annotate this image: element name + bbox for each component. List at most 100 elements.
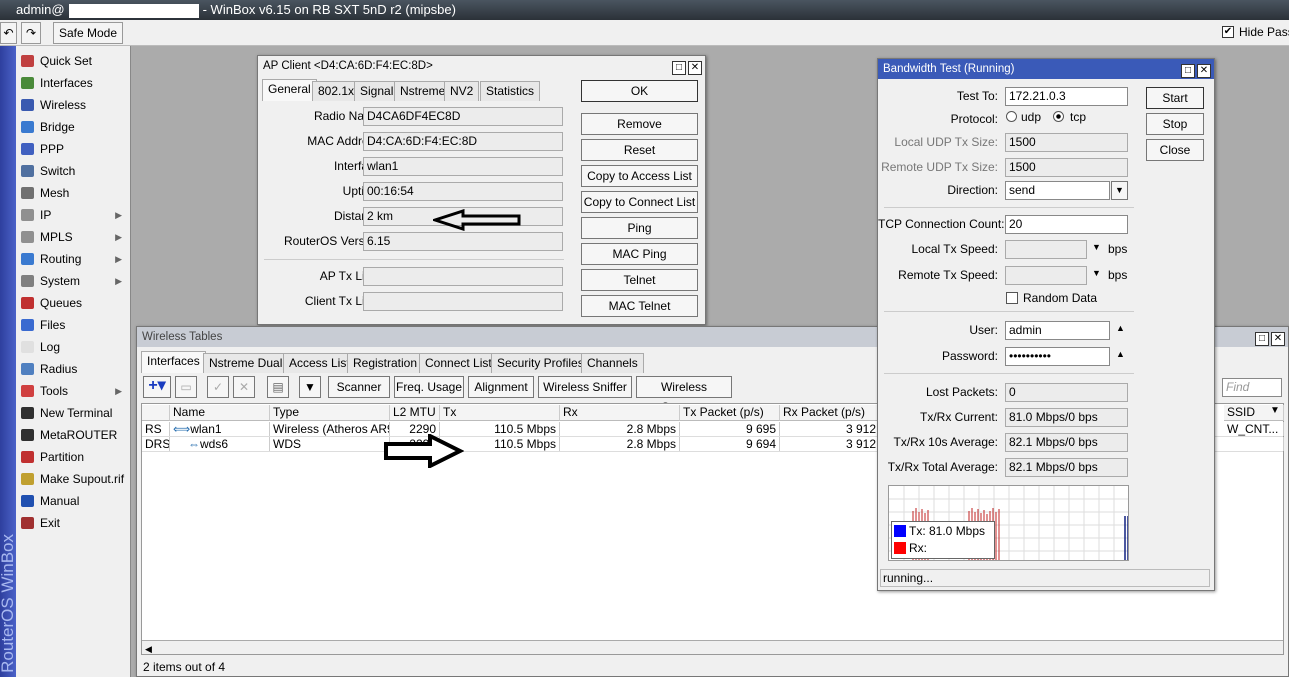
column-header[interactable]: Rx bbox=[560, 405, 680, 421]
telnet-button[interactable]: Telnet bbox=[581, 269, 698, 291]
protocol-radio-udp[interactable] bbox=[1006, 111, 1017, 122]
hide-passwords-checkbox[interactable]: ✔ bbox=[1222, 26, 1234, 38]
sidebar-item-files[interactable]: Files bbox=[18, 314, 130, 336]
dropdown-arrow-icon[interactable]: ▼ bbox=[1092, 242, 1101, 252]
sidebar-item-partition[interactable]: Partition bbox=[18, 446, 130, 468]
add-button[interactable]: +▾ bbox=[143, 376, 171, 398]
tab-statistics[interactable]: Statistics bbox=[480, 81, 541, 101]
sidebar-item-tools[interactable]: Tools ▶ bbox=[18, 380, 130, 402]
tab-nv2[interactable]: NV2 bbox=[444, 81, 480, 101]
speed-input[interactable] bbox=[1005, 266, 1087, 285]
wireless-sniffer-button[interactable]: Wireless Sniffer bbox=[538, 376, 632, 398]
expand-arrow-icon[interactable]: ▲ bbox=[1116, 323, 1125, 333]
column-header[interactable] bbox=[142, 405, 170, 421]
sidebar-item-manual[interactable]: Manual bbox=[18, 490, 130, 512]
sidebar-item-system[interactable]: System ▶ bbox=[18, 270, 130, 292]
tab-connect-list[interactable]: Connect List bbox=[419, 353, 498, 373]
column-header[interactable]: Name bbox=[170, 405, 270, 421]
sidebar-item-log[interactable]: Log bbox=[18, 336, 130, 358]
freq-usage-button[interactable]: Freq. Usage bbox=[394, 376, 464, 398]
scanner-button[interactable]: Scanner bbox=[328, 376, 390, 398]
sidebar-item-new-terminal[interactable]: New Terminal bbox=[18, 402, 130, 424]
sidebar-item-make-supout-rif[interactable]: Make Supout.rif bbox=[18, 468, 130, 490]
column-header[interactable]: Tx Packet (p/s) bbox=[680, 405, 780, 421]
comment-button[interactable]: ▤ bbox=[267, 376, 289, 398]
sidebar-item-interfaces[interactable]: Interfaces bbox=[18, 72, 130, 94]
direction-dropdown[interactable]: ▼ bbox=[1111, 181, 1128, 200]
mac-telnet-button[interactable]: MAC Telnet bbox=[581, 295, 698, 317]
expand-arrow-icon[interactable]: ▲ bbox=[1116, 349, 1125, 359]
disable-button[interactable]: ✕ bbox=[233, 376, 255, 398]
start-button[interactable]: Start bbox=[1146, 87, 1204, 109]
field-direction[interactable]: send bbox=[1005, 181, 1110, 200]
radio-label: tcp bbox=[1070, 110, 1087, 124]
sidebar-item-mpls[interactable]: MPLS ▶ bbox=[18, 226, 130, 248]
close-button[interactable]: ✕ bbox=[1197, 64, 1211, 78]
tab-security-profiles[interactable]: Security Profiles bbox=[491, 353, 590, 373]
close-button[interactable]: ✕ bbox=[688, 61, 702, 75]
find-input[interactable]: Find bbox=[1222, 378, 1282, 397]
sidebar-item-metarouter[interactable]: MetaROUTER bbox=[18, 424, 130, 446]
wireless-snooper-button[interactable]: Wireless Snooper bbox=[636, 376, 732, 414]
random-data-checkbox[interactable] bbox=[1006, 292, 1018, 304]
field-test-to[interactable]: 172.21.0.3 bbox=[1005, 87, 1128, 106]
remove-button[interactable]: Remove bbox=[581, 113, 698, 135]
column-header[interactable]: Tx bbox=[440, 405, 560, 421]
reset-button[interactable]: Reset bbox=[581, 139, 698, 161]
stop-button[interactable]: Stop bbox=[1146, 113, 1204, 135]
tab-registration[interactable]: Registration bbox=[347, 353, 424, 373]
sidebar-item-wireless[interactable]: Wireless bbox=[18, 94, 130, 116]
copy-to-access-list-button[interactable]: Copy to Access List bbox=[581, 165, 698, 187]
sidebar-item-label: Make Supout.rif bbox=[40, 472, 125, 486]
enable-button[interactable]: ✓ bbox=[207, 376, 229, 398]
column-header[interactable]: Type bbox=[270, 405, 390, 421]
alignment-button[interactable]: Alignment bbox=[468, 376, 534, 398]
dropdown-arrow-icon[interactable]: ▼ bbox=[1092, 268, 1101, 278]
maximize-button[interactable]: □ bbox=[672, 61, 686, 75]
tab-nstreme-dual[interactable]: Nstreme Dual bbox=[203, 353, 289, 373]
speed-input[interactable] bbox=[1005, 240, 1087, 259]
tab-general[interactable]: General bbox=[262, 79, 317, 101]
field-ap-tx-limit[interactable] bbox=[363, 267, 563, 286]
close-button[interactable]: ✕ bbox=[1271, 332, 1285, 346]
protocol-radio-tcp[interactable] bbox=[1053, 111, 1064, 122]
tab-8021x[interactable]: 802.1x bbox=[312, 81, 361, 101]
field-client-tx-limit[interactable] bbox=[363, 292, 563, 311]
interface-name: wlan1 bbox=[190, 422, 222, 436]
sidebar-item-bridge[interactable]: Bridge bbox=[18, 116, 130, 138]
sidebar-item-ppp[interactable]: PPP bbox=[18, 138, 130, 160]
sidebar-item-mesh[interactable]: Mesh bbox=[18, 182, 130, 204]
redo-button[interactable]: ↷ bbox=[21, 22, 41, 44]
sidebar-item-switch[interactable]: Switch bbox=[18, 160, 130, 182]
tab-signal[interactable]: Signal bbox=[354, 81, 400, 101]
remove-button[interactable]: ▭ bbox=[175, 376, 197, 398]
sidebar-item-exit[interactable]: Exit bbox=[18, 512, 130, 534]
tab-access-list[interactable]: Access List bbox=[283, 353, 356, 373]
tab-nstreme[interactable]: Nstreme bbox=[394, 81, 452, 101]
field-password[interactable]: •••••••••• bbox=[1005, 347, 1110, 366]
maximize-button[interactable]: □ bbox=[1181, 64, 1195, 78]
field-tcp-count[interactable]: 20 bbox=[1005, 215, 1128, 234]
close-button[interactable]: Close bbox=[1146, 139, 1204, 161]
copy-to-connect-list-button[interactable]: Copy to Connect List bbox=[581, 191, 698, 213]
field-user[interactable]: admin bbox=[1005, 321, 1110, 340]
column-header[interactable]: Rx Packet (p/s) bbox=[780, 405, 880, 421]
sidebar-item-routing[interactable]: Routing ▶ bbox=[18, 248, 130, 270]
ping-button[interactable]: Ping bbox=[581, 217, 698, 239]
column-menu-icon[interactable]: ▼ bbox=[1270, 405, 1280, 416]
safe-mode-button[interactable]: Safe Mode bbox=[53, 22, 123, 44]
sidebar-item-queues[interactable]: Queues bbox=[18, 292, 130, 314]
column-header[interactable]: L2 MTU bbox=[390, 405, 440, 421]
undo-button[interactable]: ↶ bbox=[0, 22, 17, 44]
mac-ping-button[interactable]: MAC Ping bbox=[581, 243, 698, 265]
sidebar-item-ip[interactable]: IP ▶ bbox=[18, 204, 130, 226]
tab-channels[interactable]: Channels bbox=[581, 353, 644, 373]
horizontal-scrollbar[interactable]: ◀ bbox=[142, 640, 1283, 654]
tab-interfaces[interactable]: Interfaces bbox=[141, 351, 206, 373]
field-label: TCP Connection Count: bbox=[878, 217, 1005, 231]
filter-icon[interactable]: ▼ bbox=[299, 376, 321, 398]
sidebar-item-radius[interactable]: Radius bbox=[18, 358, 130, 380]
maximize-button[interactable]: □ bbox=[1255, 332, 1269, 346]
ok-button[interactable]: OK bbox=[581, 80, 698, 102]
sidebar-item-quick-set[interactable]: Quick Set bbox=[18, 50, 130, 72]
